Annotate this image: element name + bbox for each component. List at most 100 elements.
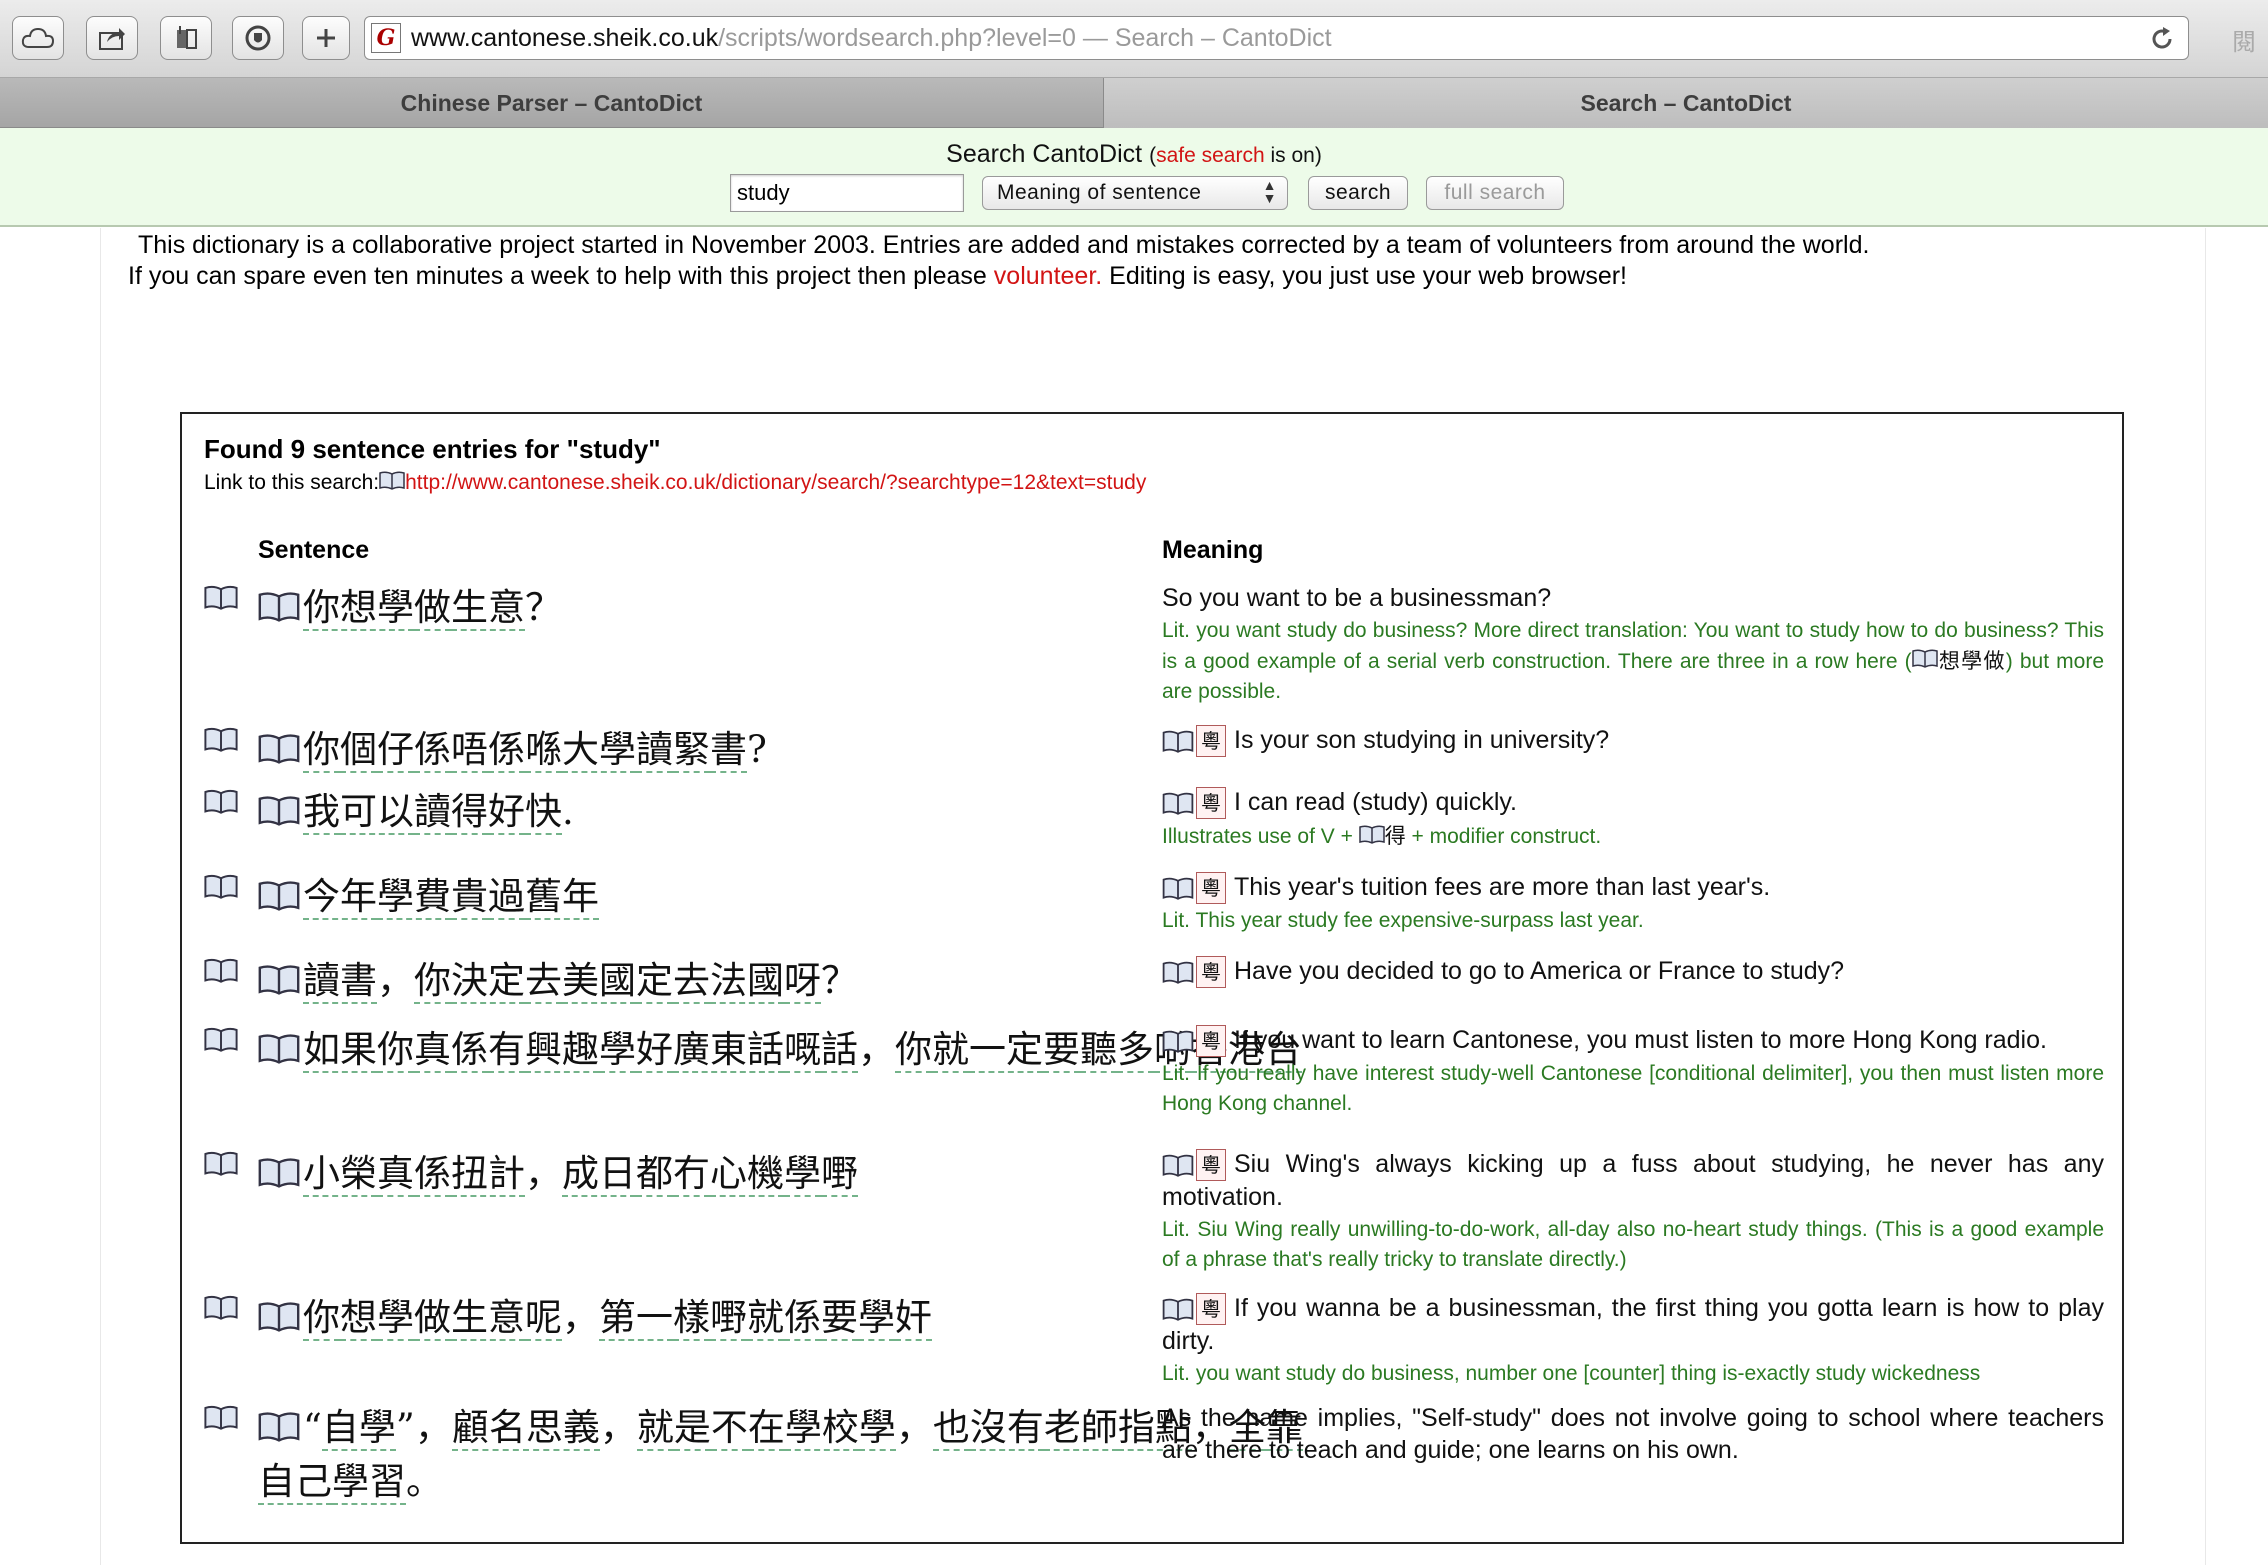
word-link[interactable]: 心機	[710, 1152, 784, 1197]
sentence-book-icon[interactable]	[204, 873, 238, 904]
volunteer-link[interactable]: volunteer.	[994, 262, 1102, 290]
book-icon[interactable]	[258, 957, 300, 1009]
word-link[interactable]: 顧名思義	[451, 1406, 600, 1451]
word-link[interactable]: 老師	[1043, 1406, 1118, 1451]
safe-search-link[interactable]: safe search	[1156, 144, 1265, 167]
word-link[interactable]: 學費	[377, 875, 451, 920]
word-link[interactable]: 想	[340, 1296, 377, 1341]
book-icon[interactable]	[258, 1404, 300, 1456]
word-link[interactable]: 也	[932, 1406, 970, 1451]
word-link[interactable]: 你	[414, 959, 451, 1004]
cantonese-audio-icon[interactable]: 粵	[1162, 725, 1226, 758]
word-link[interactable]: 第一	[599, 1296, 673, 1341]
address-bar[interactable]: G www.cantonese.sheik.co.uk/scripts/word…	[364, 16, 2189, 60]
word-link[interactable]: 好	[488, 790, 525, 835]
book-icon[interactable]	[258, 1294, 300, 1346]
cantonese-audio-icon[interactable]: 粵	[1162, 872, 1226, 905]
word-link[interactable]: 是	[673, 1406, 711, 1451]
word-link[interactable]: 緊	[673, 728, 710, 773]
word-link[interactable]: 喺	[525, 728, 562, 773]
word-link[interactable]: 我	[303, 790, 340, 835]
word-link[interactable]: 學	[599, 1028, 636, 1073]
cantonese-audio-icon[interactable]: 粵	[1162, 956, 1226, 989]
word-link[interactable]: 書	[710, 728, 747, 773]
word-link[interactable]: 有	[488, 1028, 525, 1073]
search-permalink[interactable]: http://www.cantonese.sheik.co.uk/diction…	[405, 471, 1146, 495]
book-icon[interactable]	[258, 584, 300, 636]
cantonese-audio-icon[interactable]: 粵	[1162, 1149, 1226, 1182]
word-link[interactable]: 一定	[969, 1028, 1043, 1073]
word-link[interactable]: 生意	[451, 586, 525, 631]
reload-icon[interactable]	[2148, 25, 2176, 59]
word-link[interactable]: 學習	[332, 1460, 406, 1505]
tab-chinese-parser[interactable]: Chinese Parser – CantoDict	[0, 78, 1104, 128]
sentence-book-icon[interactable]	[204, 584, 238, 615]
word-link[interactable]: 學	[377, 1296, 414, 1341]
book-icon[interactable]	[1358, 825, 1385, 849]
book-icon[interactable]	[258, 873, 300, 925]
word-link[interactable]: 冇	[673, 1152, 710, 1197]
word-link[interactable]: 就	[636, 1406, 674, 1451]
word-link[interactable]: 話	[821, 1028, 858, 1073]
word-link[interactable]: 在	[747, 1406, 785, 1451]
word-link[interactable]: 聽	[1080, 1028, 1117, 1073]
word-link[interactable]: 去	[525, 959, 562, 1004]
word-link[interactable]: 讀	[414, 790, 451, 835]
word-link[interactable]: 真	[414, 1028, 451, 1073]
word-link[interactable]: 貴	[451, 875, 488, 920]
cantonese-audio-icon[interactable]: 粵	[1162, 1025, 1226, 1058]
search-button[interactable]: search	[1308, 176, 1408, 210]
cantonese-audio-icon[interactable]: 粵	[1162, 1293, 1226, 1326]
reading-list-icon[interactable]	[160, 16, 212, 60]
new-tab-plus-icon[interactable]	[302, 16, 350, 60]
book-icon[interactable]	[258, 1150, 300, 1202]
word-link[interactable]: 仔	[377, 728, 414, 773]
word-link[interactable]: 扭計	[451, 1152, 525, 1197]
word-link[interactable]: 自學	[321, 1406, 396, 1451]
word-link[interactable]: 如果	[303, 1028, 377, 1073]
sentence-book-icon[interactable]	[204, 1026, 238, 1057]
word-link[interactable]: 要	[821, 1296, 858, 1341]
word-link[interactable]: 係	[488, 728, 525, 773]
word-link[interactable]: 美國	[562, 959, 636, 1004]
word-link[interactable]: 要	[1043, 1028, 1080, 1073]
word-link[interactable]: 廣東話	[673, 1028, 784, 1073]
word-link[interactable]: 生意	[451, 1296, 525, 1341]
shield-icon[interactable]	[232, 16, 284, 60]
word-link[interactable]: 多	[1117, 1028, 1154, 1073]
word-link[interactable]: 嘅	[784, 1028, 821, 1073]
tab-search-cantodict[interactable]: Search – CantoDict	[1104, 78, 2268, 128]
word-link[interactable]: 係	[414, 1152, 451, 1197]
word-link[interactable]: 個	[340, 728, 377, 773]
sentence-book-icon[interactable]	[204, 1150, 238, 1181]
sentence-book-icon[interactable]	[204, 726, 238, 757]
word-link[interactable]: 過	[488, 875, 525, 920]
word-link[interactable]: 就	[747, 1296, 784, 1341]
reader-glyph-icon[interactable]: 閱	[2232, 22, 2256, 57]
word-link[interactable]: 學	[784, 1152, 821, 1197]
book-icon[interactable]	[258, 788, 300, 840]
word-link[interactable]: 你	[303, 1296, 340, 1341]
literal-cjk-link[interactable]: 想學做	[1938, 649, 2006, 673]
word-link[interactable]: 奸	[895, 1296, 932, 1341]
sentence-book-icon[interactable]	[204, 957, 238, 988]
word-link[interactable]: 快	[525, 790, 562, 835]
word-link[interactable]: 真	[377, 1152, 414, 1197]
word-link[interactable]: 就	[932, 1028, 969, 1073]
word-link[interactable]: 你	[303, 728, 340, 773]
word-link[interactable]: 得	[451, 790, 488, 835]
word-link[interactable]: 讀書	[303, 959, 377, 1004]
word-link[interactable]: 都	[636, 1152, 673, 1197]
word-link[interactable]: 自己	[258, 1460, 332, 1505]
word-link[interactable]: 呀	[784, 959, 821, 1004]
word-link[interactable]: 你	[895, 1028, 932, 1073]
word-link[interactable]: 嘢	[821, 1152, 858, 1197]
word-link[interactable]: 不	[710, 1406, 748, 1451]
search-input[interactable]	[730, 174, 964, 212]
word-link[interactable]: 舊年	[525, 875, 599, 920]
word-link[interactable]: 唔	[451, 728, 488, 773]
word-link[interactable]: 興趣	[525, 1028, 599, 1073]
sentence-book-icon[interactable]	[204, 1404, 238, 1435]
word-link[interactable]: 係	[784, 1296, 821, 1341]
word-link[interactable]: 學校	[784, 1406, 859, 1451]
